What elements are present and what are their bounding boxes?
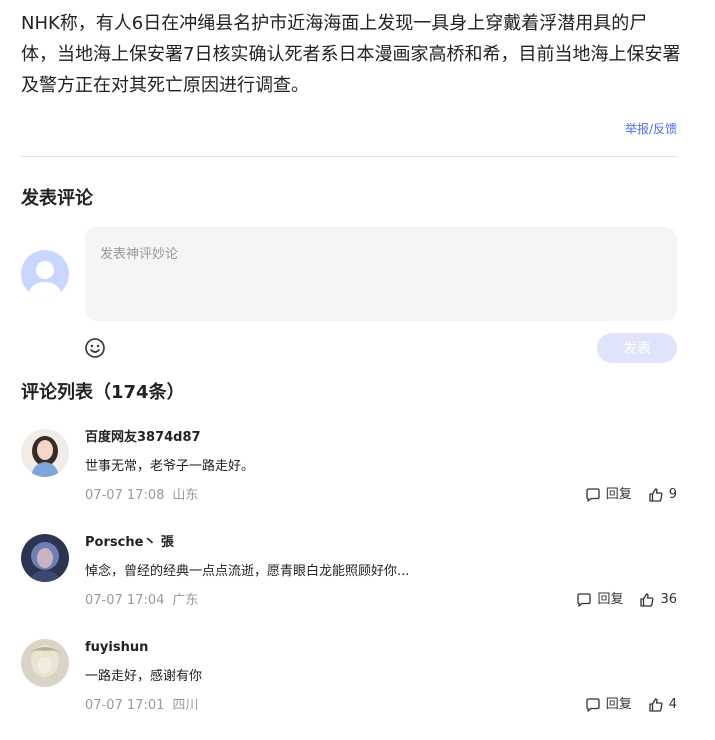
comment-time: 07-07 17:04 [85,593,165,608]
comment-meta: 07-07 17:08 山东 [85,487,198,505]
comment-actions: 回复 36 [576,591,677,609]
thumbs-up-icon [649,698,663,712]
like-count: 36 [660,592,677,607]
comment-item: 百度网友3874d87 世事无常，老爷子一路走好。 07-07 17:08 山东 … [0,429,715,529]
commenter-name[interactable]: Porsche丶 張 [85,534,174,552]
commenter-avatar[interactable] [21,429,69,477]
user-avatar [21,250,69,298]
reply-label: 回复 [605,697,632,712]
reply-icon [577,593,592,607]
reply-label: 回复 [605,487,632,502]
reply-icon [586,488,600,502]
default-avatar-icon [21,250,69,298]
like-count: 9 [668,487,677,502]
thumbs-up-icon [640,593,654,607]
comment-time: 07-07 17:08 [85,488,165,503]
commenter-avatar[interactable] [21,534,69,582]
comment-location: 四川 [172,698,199,713]
reply-label: 回复 [597,592,624,607]
like-button[interactable]: 36 [639,591,677,609]
submit-comment-button[interactable]: 发表 [597,333,677,363]
comment-location: 广东 [172,593,199,608]
like-button[interactable]: 4 [648,696,677,714]
comment-list-title: 评论列表（174条） [21,382,185,403]
like-count: 4 [668,697,677,712]
article-text: NHK称，有人6日在冲绳县名护市近海海面上发现一具身上穿戴着浮潜用具的尸体，当地… [21,13,681,96]
comment-location: 山东 [172,488,199,503]
comment-item: Porsche丶 張 悼念，曾经的经典一点点流逝，愿青眼白龙能照顾好你... 0… [0,534,715,634]
comment-actions: 回复 9 [585,486,677,504]
comment-text: 悼念，曾经的经典一点点流逝，愿青眼白龙能照顾好你... [85,564,410,579]
comment-text: 一路走好，感谢有你 [85,669,203,684]
smiley-icon[interactable] [84,337,106,359]
reply-icon [586,698,600,712]
reply-button[interactable]: 回复 [585,486,632,504]
reply-button[interactable]: 回复 [585,696,632,714]
divider [21,156,677,157]
comment-input[interactable] [85,227,677,321]
commenter-name[interactable]: 百度网友3874d87 [85,429,201,447]
comment-text: 世事无常，老爷子一路走好。 [85,459,255,474]
comment-actions: 回复 4 [585,696,677,714]
reply-button[interactable]: 回复 [576,591,623,609]
comment-item: fuyishun 一路走好，感谢有你 07-07 17:01 四川 回复 4 [0,639,715,739]
post-comment-title: 发表评论 [21,188,93,209]
comment-time: 07-07 17:01 [85,698,165,713]
report-feedback-link[interactable]: 举报/反馈 [625,120,677,137]
comment-meta: 07-07 17:04 广东 [85,592,198,610]
commenter-avatar[interactable] [21,639,69,687]
thumbs-up-icon [649,488,663,502]
comment-meta: 07-07 17:01 四川 [85,697,198,715]
like-button[interactable]: 9 [648,486,677,504]
commenter-name[interactable]: fuyishun [85,639,148,657]
